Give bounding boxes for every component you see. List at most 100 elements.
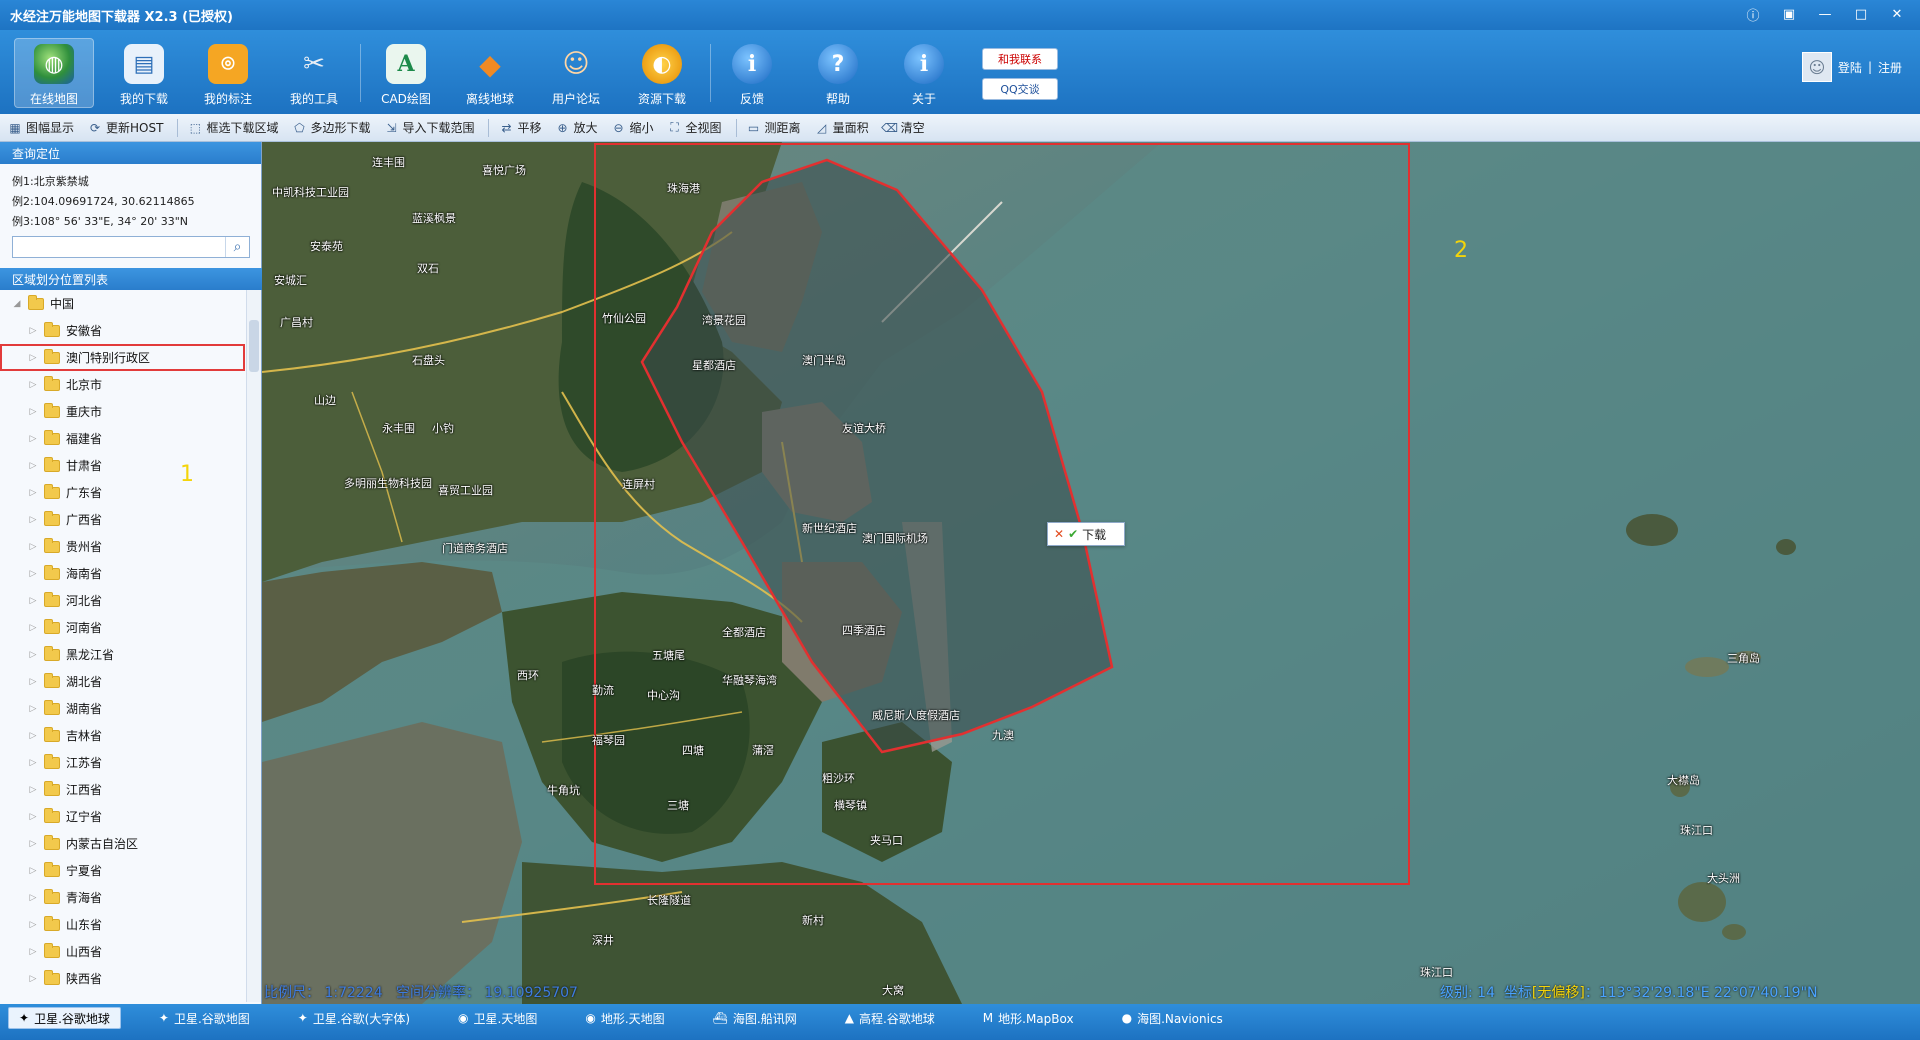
download-popup-label[interactable]: 下载 (1082, 526, 1106, 543)
measure-distance-button[interactable]: ▭ 测距离 (747, 119, 801, 136)
map-view[interactable]: 连丰围 喜悦广场 中凯科技工业园 蓝溪枫景 安泰苑 双石 安城汇 广昌村 竹仙公… (262, 142, 1920, 1004)
tree-item-region[interactable]: ▷ 辽宁省 (0, 803, 245, 830)
expand-arrow-icon[interactable]: ▷ (26, 542, 40, 552)
offline-earth-button[interactable]: ◆ 离线地球 (450, 38, 530, 108)
login-link[interactable]: 登陆 (1838, 59, 1862, 76)
tree-item-region[interactable]: ▷ 广西省 (0, 506, 245, 533)
close-button[interactable]: ✕ (1882, 4, 1912, 24)
skin-icon[interactable]: ▣ (1774, 4, 1804, 24)
expand-arrow-icon[interactable]: ▷ (26, 650, 40, 660)
tree-item-region[interactable]: ▷ 福建省 (0, 425, 245, 452)
map-source-tab[interactable]: ◉ 卫星.天地图 (448, 1007, 547, 1029)
expand-arrow-icon[interactable]: ▷ (26, 515, 40, 525)
tree-item-region[interactable]: ▷ 湖北省 (0, 668, 245, 695)
tree-item-region[interactable]: ▷ 贵州省 (0, 533, 245, 560)
measure-area-button[interactable]: ◿ 量面积 (815, 119, 869, 136)
expand-arrow-icon[interactable]: ◢ (10, 299, 24, 309)
info-icon[interactable]: ⓘ (1738, 4, 1768, 24)
user-forum-button[interactable]: ☺ 用户论坛 (536, 38, 616, 108)
tree-item-region[interactable]: ▷ 广东省 (0, 479, 245, 506)
full-view-button[interactable]: ⛶ 全视图 (668, 119, 721, 136)
tree-item-region[interactable]: ▷ 甘肃省 (0, 452, 245, 479)
search-icon[interactable]: ⌕ (225, 237, 249, 257)
expand-arrow-icon[interactable]: ▷ (26, 974, 40, 984)
expand-arrow-icon[interactable]: ▷ (26, 677, 40, 687)
tree-item-region[interactable]: ▷ 北京市 (0, 371, 245, 398)
import-range-button[interactable]: ⇲ 导入下载范围 (384, 119, 474, 136)
map-source-tab[interactable]: ◉ 地形.天地图 (575, 1007, 674, 1029)
expand-arrow-icon[interactable]: ▷ (26, 596, 40, 606)
avatar[interactable]: ☺ (1801, 52, 1832, 82)
expand-arrow-icon[interactable]: ▷ (26, 893, 40, 903)
map-source-tab[interactable]: ✦ 卫星.谷歌地球 (8, 1007, 121, 1029)
expand-arrow-icon[interactable]: ▷ (26, 812, 40, 822)
cancel-icon[interactable]: ✕ (1054, 527, 1064, 541)
tree-item-region[interactable]: ▷ 重庆市 (0, 398, 245, 425)
tree-item-region[interactable]: ▷ 江西省 (0, 776, 245, 803)
tree-item-region[interactable]: ▷ 海南省 (0, 560, 245, 587)
tree-item-region[interactable]: ▷ 山西省 (0, 938, 245, 965)
map-source-tab[interactable]: ▲ 高程.谷歌地球 (835, 1007, 945, 1029)
cad-draw-button[interactable]: A CAD绘图 (366, 38, 446, 108)
expand-arrow-icon[interactable]: ▷ (26, 488, 40, 498)
zoom-in-button[interactable]: ⊕ 放大 (556, 119, 597, 136)
tree-item-region[interactable]: ▷ 陕西省 (0, 965, 245, 992)
online-map-button[interactable]: ◍ 在线地图 (14, 38, 94, 108)
tree-item-region[interactable]: ▷ 江苏省 (0, 749, 245, 776)
map-source-tab[interactable]: ⛴ 海图.船讯网 (703, 1007, 807, 1029)
scrollbar-thumb[interactable] (249, 320, 259, 372)
help-button[interactable]: ? 帮助 (798, 38, 878, 108)
expand-arrow-icon[interactable]: ▷ (26, 731, 40, 741)
feedback-button[interactable]: i 反馈 (712, 38, 792, 108)
map-source-tab[interactable]: M 地形.MapBox (973, 1007, 1084, 1029)
expand-arrow-icon[interactable]: ▷ (26, 569, 40, 579)
zoom-out-button[interactable]: ⊖ 缩小 (612, 119, 653, 136)
tree-item-region[interactable]: ▷ 安徽省 (0, 317, 245, 344)
expand-arrow-icon[interactable]: ▷ (26, 407, 40, 417)
clear-button[interactable]: ⌫ 清空 (881, 119, 925, 136)
tree-item-region[interactable]: ▷ 宁夏省 (0, 857, 245, 884)
tree-item-region[interactable]: ▷ 澳门特别行政区 (0, 344, 245, 371)
rect-select-download-button[interactable]: ⬚ 框选下载区域 (188, 119, 279, 136)
download-popup[interactable]: ✕ ✔ 下载 (1047, 522, 1125, 546)
tree-item-region[interactable]: ▷ 河北省 (0, 587, 245, 614)
expand-arrow-icon[interactable]: ▷ (26, 353, 40, 363)
register-link[interactable]: 注册 (1878, 59, 1902, 76)
expand-arrow-icon[interactable]: ▷ (26, 785, 40, 795)
expand-arrow-icon[interactable]: ▷ (26, 920, 40, 930)
map-source-tab[interactable]: ✦ 卫星.谷歌(大字体) (288, 1007, 420, 1029)
tree-item-region[interactable]: ▷ 湖南省 (0, 695, 245, 722)
about-button[interactable]: i 关于 (884, 38, 964, 108)
tree-root-china[interactable]: ◢ 中国 (0, 290, 245, 317)
expand-arrow-icon[interactable]: ▷ (26, 866, 40, 876)
pan-button[interactable]: ⇄ 平移 (499, 119, 541, 136)
tree-item-region[interactable]: ▷ 黑龙江省 (0, 641, 245, 668)
expand-arrow-icon[interactable]: ▷ (26, 839, 40, 849)
tree-item-region[interactable]: ▷ 山东省 (0, 911, 245, 938)
expand-arrow-icon[interactable]: ▷ (26, 380, 40, 390)
region-tree-scrollbar[interactable] (246, 290, 261, 1002)
my-tools-button[interactable]: ✂ 我的工具 (274, 38, 354, 108)
search-input[interactable] (13, 237, 225, 257)
polygon-download-button[interactable]: ⬠ 多边形下载 (292, 119, 370, 136)
expand-arrow-icon[interactable]: ▷ (26, 434, 40, 444)
resource-download-button[interactable]: ◐ 资源下载 (622, 38, 702, 108)
map-source-tab[interactable]: ● 海图.Navionics (1112, 1007, 1233, 1029)
expand-arrow-icon[interactable]: ▷ (26, 461, 40, 471)
tree-item-region[interactable]: ▷ 吉林省 (0, 722, 245, 749)
update-host-button[interactable]: ⟳ 更新HOST (88, 119, 163, 136)
expand-arrow-icon[interactable]: ▷ (26, 704, 40, 714)
tree-item-region[interactable]: ▷ 内蒙古自治区 (0, 830, 245, 857)
tree-item-region[interactable]: ▷ 河南省 (0, 614, 245, 641)
expand-arrow-icon[interactable]: ▷ (26, 758, 40, 768)
expand-arrow-icon[interactable]: ▷ (26, 326, 40, 336)
my-downloads-button[interactable]: ▤ 我的下载 (104, 38, 184, 108)
qq-chat-button[interactable]: QQ交谈 (982, 78, 1058, 100)
contact-me-button[interactable]: 和我联系 (982, 48, 1058, 70)
tree-item-region[interactable]: ▷ 青海省 (0, 884, 245, 911)
expand-arrow-icon[interactable]: ▷ (26, 623, 40, 633)
expand-arrow-icon[interactable]: ▷ (26, 947, 40, 957)
my-marks-button[interactable]: ⌾ 我的标注 (188, 38, 268, 108)
map-source-tab[interactable]: ✦ 卫星.谷歌地图 (149, 1007, 260, 1029)
check-icon[interactable]: ✔ (1068, 527, 1078, 541)
